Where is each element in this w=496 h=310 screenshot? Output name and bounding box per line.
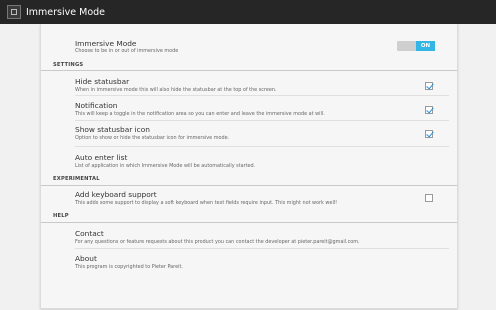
keyboard-support-checkbox[interactable] [425, 194, 433, 202]
section-label-settings: SETTINGS [53, 62, 84, 68]
about-summary: This program is copyrighted to Pieter Pa… [75, 264, 183, 270]
about-title: About [75, 254, 97, 263]
preferences-panel: Immersive Mode Choose to be in or out of… [40, 24, 458, 309]
hide-statusbar-row[interactable]: Hide statusbar When in immersive mode th… [41, 71, 457, 95]
section-header-experimental: EXPERIMENTAL [41, 175, 457, 186]
immersive-mode-toggle[interactable]: ON [397, 41, 435, 51]
toggle-on-label: ON [416, 41, 435, 51]
app-icon[interactable] [7, 5, 21, 19]
notification-title: Notification [75, 101, 118, 110]
hide-statusbar-title: Hide statusbar [75, 77, 130, 86]
show-statusbar-icon-summary: Option to show or hide the statusbar ico… [75, 135, 230, 141]
notification-checkbox[interactable] [425, 106, 433, 114]
contact-row[interactable]: Contact For any questions or feature req… [41, 223, 457, 249]
show-statusbar-icon-checkbox[interactable] [425, 130, 433, 138]
keyboard-support-title: Add keyboard support [75, 190, 157, 199]
auto-enter-list-row[interactable]: Auto enter list List of application in w… [41, 147, 457, 173]
immersive-mode-title: Immersive Mode [75, 39, 137, 48]
section-header-settings: SETTINGS [41, 59, 457, 71]
immersive-mode-row[interactable]: Immersive Mode Choose to be in or out of… [41, 24, 457, 59]
contact-summary: For any questions or feature requests ab… [75, 239, 360, 245]
auto-enter-list-summary: List of application in which Immersive M… [75, 163, 256, 169]
contact-title: Contact [75, 229, 104, 238]
section-label-experimental: EXPERIMENTAL [53, 176, 100, 182]
section-label-help: HELP [53, 213, 69, 219]
auto-enter-list-title: Auto enter list [75, 153, 128, 162]
keyboard-support-row[interactable]: Add keyboard support This adds some supp… [41, 186, 457, 212]
notification-row[interactable]: Notification This will keep a toggle in … [41, 96, 457, 120]
show-statusbar-icon-row[interactable]: Show statusbar icon Option to show or hi… [41, 121, 457, 145]
show-statusbar-icon-title: Show statusbar icon [75, 125, 150, 134]
immersive-mode-summary: Choose to be in or out of immersive mode [75, 48, 179, 54]
hide-statusbar-checkbox[interactable] [425, 82, 433, 90]
action-bar: Immersive Mode [0, 0, 496, 24]
section-header-help: HELP [41, 212, 457, 223]
about-row[interactable]: About This program is copyrighted to Pie… [41, 249, 457, 273]
keyboard-support-summary: This adds some support to display a soft… [75, 200, 338, 206]
hide-statusbar-summary: When in immersive mode this will also hi… [75, 87, 277, 93]
notification-summary: This will keep a toggle in the notificat… [75, 111, 325, 117]
app-title: Immersive Mode [26, 6, 106, 18]
